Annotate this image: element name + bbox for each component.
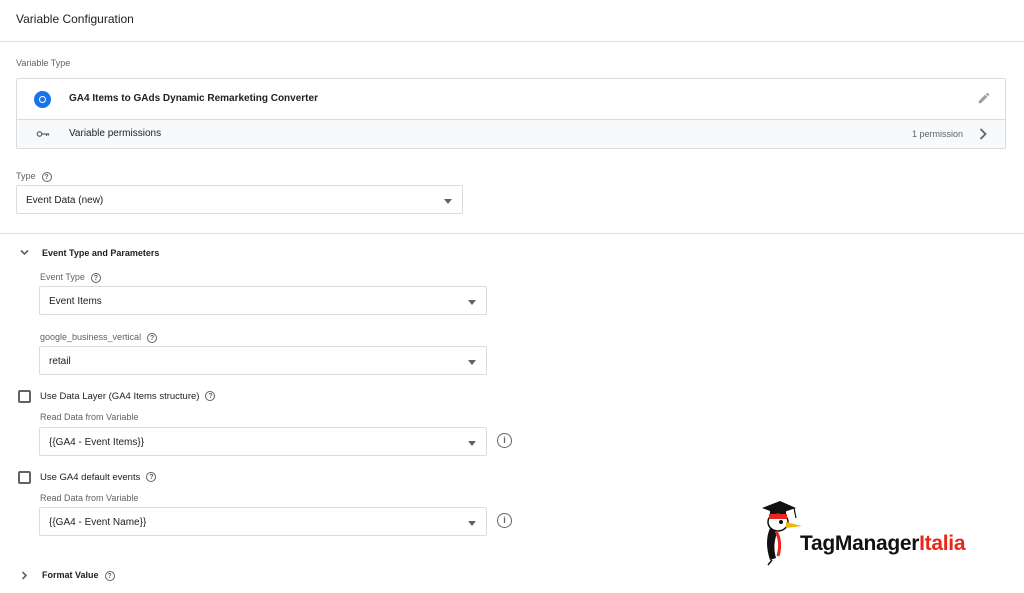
page-header: Variable Configuration — [0, 0, 1024, 42]
variable-type-card: GA4 Items to GAds Dynamic Remarketing Co… — [16, 78, 1006, 149]
business-vertical-label: google_business_vertical? — [40, 332, 158, 343]
woodpecker-icon — [762, 501, 802, 566]
help-icon[interactable]: ? — [90, 272, 101, 283]
variable-type-label: Variable Type — [16, 58, 71, 68]
default-events-variable-select[interactable]: {{GA4 - Event Name}} — [39, 507, 487, 536]
event-type-value: Event Items — [49, 296, 102, 307]
variable-permissions-row[interactable]: Variable permissions 1 permission — [17, 119, 1005, 148]
data-layer-checkbox[interactable] — [18, 390, 31, 403]
variable-type-name: GA4 Items to GAds Dynamic Remarketing Co… — [69, 93, 318, 104]
help-icon[interactable]: ? — [147, 332, 158, 343]
section-divider — [0, 233, 1024, 234]
business-vertical-select[interactable]: retail — [39, 346, 487, 375]
dropdown-arrow-icon — [468, 521, 476, 526]
data-layer-variable-select[interactable]: {{GA4 - Event Items}} — [39, 427, 487, 456]
logo-text-part2: Italia — [919, 532, 966, 555]
help-icon[interactable]: ? — [146, 472, 157, 483]
default-events-read-label: Read Data from Variable — [40, 493, 139, 503]
event-type-select[interactable]: Event Items — [39, 286, 487, 315]
page-title: Variable Configuration — [16, 12, 134, 26]
business-vertical-label-text: google_business_vertical — [40, 332, 142, 342]
type-select-value: Event Data (new) — [26, 195, 104, 206]
chevron-right-icon[interactable] — [979, 128, 987, 140]
permissions-count: 1 permission — [911, 129, 963, 139]
default-events-variable-value: {{GA4 - Event Name}} — [49, 517, 147, 528]
help-icon[interactable]: ? — [205, 391, 216, 402]
variable-type-row[interactable]: GA4 Items to GAds Dynamic Remarketing Co… — [17, 79, 1005, 119]
logo-text-part1: TagManager — [800, 532, 920, 555]
event-type-label: Event Type? — [40, 272, 101, 283]
tagmanager-italia-logo: TagManagerItalia — [756, 498, 996, 566]
dropdown-arrow-icon — [468, 360, 476, 365]
help-icon[interactable]: ? — [104, 570, 115, 581]
info-icon[interactable]: i — [497, 513, 512, 528]
chevron-down-icon[interactable] — [20, 249, 29, 256]
logo-wordmark: TagManagerItalia — [800, 532, 966, 556]
default-events-checkbox[interactable] — [18, 471, 31, 484]
chevron-right-icon[interactable] — [21, 571, 28, 580]
help-icon[interactable]: ? — [41, 171, 52, 182]
pencil-icon[interactable] — [977, 91, 991, 105]
dropdown-arrow-icon — [468, 441, 476, 446]
dropdown-arrow-icon — [444, 199, 452, 204]
format-section-title-text: Format Value — [42, 570, 99, 580]
data-layer-read-label: Read Data from Variable — [40, 412, 139, 422]
type-label: Type? — [16, 171, 52, 182]
dropdown-arrow-icon — [468, 300, 476, 305]
info-icon[interactable]: i — [497, 433, 512, 448]
data-layer-variable-value: {{GA4 - Event Items}} — [49, 437, 145, 448]
default-events-checkbox-text: Use GA4 default events — [40, 472, 141, 483]
permissions-label: Variable permissions — [69, 128, 162, 139]
type-label-text: Type — [16, 171, 36, 181]
data-layer-checkbox-label: Use Data Layer (GA4 Items structure)? — [40, 391, 216, 402]
event-section-title[interactable]: Event Type and Parameters — [42, 248, 159, 258]
type-select[interactable]: Event Data (new) — [16, 185, 463, 214]
format-section-title[interactable]: Format Value? — [42, 570, 115, 581]
key-icon — [36, 131, 50, 137]
business-vertical-value: retail — [49, 356, 71, 367]
event-type-label-text: Event Type — [40, 272, 85, 282]
gear-icon — [34, 91, 51, 108]
data-layer-checkbox-text: Use Data Layer (GA4 Items structure) — [40, 391, 200, 402]
default-events-checkbox-label: Use GA4 default events? — [40, 472, 157, 483]
